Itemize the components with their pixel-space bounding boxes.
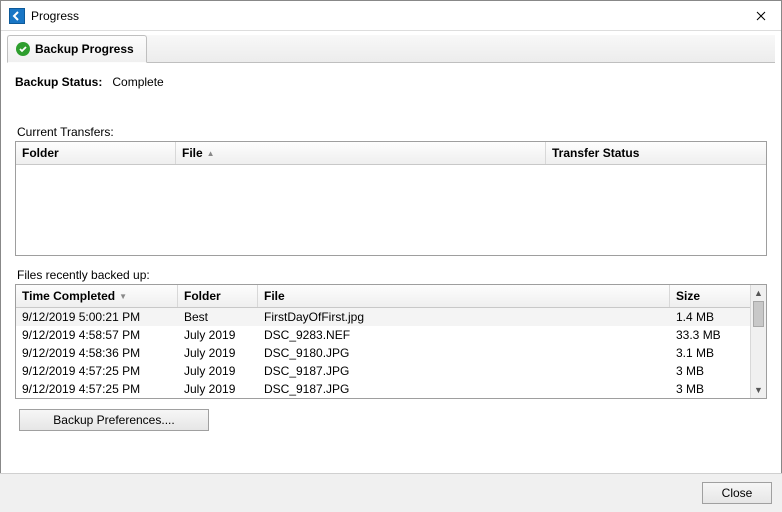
- cell-time: 9/12/2019 4:57:25 PM: [16, 364, 178, 378]
- sort-asc-icon: ▲: [207, 149, 215, 158]
- transfers-col-file[interactable]: File ▲: [176, 142, 546, 164]
- cell-folder: July 2019: [178, 382, 258, 396]
- recent-col-folder[interactable]: Folder: [178, 285, 258, 307]
- tab-label: Backup Progress: [35, 42, 134, 56]
- dialog-footer: Close: [0, 473, 782, 512]
- table-row[interactable]: 9/12/2019 4:57:25 PMJuly 2019DSC_9187.JP…: [16, 380, 750, 398]
- cell-size: 3.1 MB: [670, 346, 750, 360]
- cell-time: 9/12/2019 4:57:25 PM: [16, 382, 178, 396]
- table-row[interactable]: 9/12/2019 4:58:36 PMJuly 2019DSC_9180.JP…: [16, 344, 750, 362]
- close-icon: [756, 11, 766, 21]
- current-transfers-label: Current Transfers:: [17, 125, 767, 139]
- cell-folder: July 2019: [178, 346, 258, 360]
- cell-folder: July 2019: [178, 364, 258, 378]
- window-title: Progress: [31, 9, 741, 23]
- cell-file: DSC_9180.JPG: [258, 346, 670, 360]
- cell-file: DSC_9187.JPG: [258, 382, 670, 396]
- sort-desc-icon: ▼: [119, 292, 127, 301]
- backup-status-value: Complete: [112, 75, 163, 89]
- scroll-down-icon[interactable]: ▼: [751, 382, 766, 398]
- transfers-empty-body: [16, 165, 766, 255]
- table-row[interactable]: 9/12/2019 5:00:21 PMBestFirstDayOfFirst.…: [16, 308, 750, 326]
- cell-time: 9/12/2019 4:58:36 PM: [16, 346, 178, 360]
- window-close-button[interactable]: [741, 1, 781, 31]
- cell-file: DSC_9283.NEF: [258, 328, 670, 342]
- recent-scrollbar[interactable]: ▲ ▼: [750, 285, 766, 398]
- current-transfers-grid: Folder File ▲ Transfer Status: [15, 141, 767, 256]
- close-button[interactable]: Close: [702, 482, 772, 504]
- cell-file: FirstDayOfFirst.jpg: [258, 310, 670, 324]
- cell-time: 9/12/2019 4:58:57 PM: [16, 328, 178, 342]
- cell-size: 3 MB: [670, 382, 750, 396]
- recent-files-grid: Time Completed ▼ Folder File Size 9/12/2…: [15, 284, 767, 399]
- cell-size: 1.4 MB: [670, 310, 750, 324]
- scroll-thumb[interactable]: [753, 301, 764, 327]
- recent-col-time[interactable]: Time Completed ▼: [16, 285, 178, 307]
- transfers-col-folder[interactable]: Folder: [16, 142, 176, 164]
- cell-file: DSC_9187.JPG: [258, 364, 670, 378]
- table-row[interactable]: 9/12/2019 4:58:57 PMJuly 2019DSC_9283.NE…: [16, 326, 750, 344]
- recent-col-size[interactable]: Size: [670, 285, 750, 307]
- backup-status-label: Backup Status:: [15, 75, 102, 89]
- cell-size: 33.3 MB: [670, 328, 750, 342]
- table-row[interactable]: 9/12/2019 4:57:25 PMJuly 2019DSC_9187.JP…: [16, 362, 750, 380]
- cell-size: 3 MB: [670, 364, 750, 378]
- cell-time: 9/12/2019 5:00:21 PM: [16, 310, 178, 324]
- check-circle-icon: [16, 42, 30, 56]
- scroll-up-icon[interactable]: ▲: [751, 285, 766, 301]
- titlebar: Progress: [1, 1, 781, 31]
- tab-bar: Backup Progress: [7, 35, 775, 63]
- backup-preferences-button[interactable]: Backup Preferences....: [19, 409, 209, 431]
- recent-col-file[interactable]: File: [258, 285, 670, 307]
- app-icon: [9, 8, 25, 24]
- cell-folder: Best: [178, 310, 258, 324]
- cell-folder: July 2019: [178, 328, 258, 342]
- recent-files-label: Files recently backed up:: [17, 268, 767, 282]
- transfers-col-status[interactable]: Transfer Status: [546, 142, 766, 164]
- backup-status-row: Backup Status: Complete: [15, 75, 767, 89]
- tab-backup-progress[interactable]: Backup Progress: [7, 35, 147, 63]
